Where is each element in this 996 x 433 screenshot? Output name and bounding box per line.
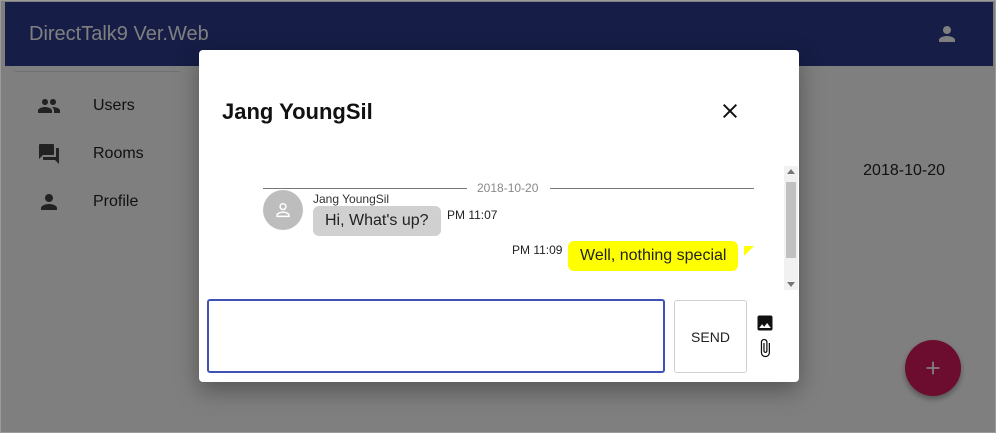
date-divider-text: 2018-10-20 bbox=[477, 181, 539, 195]
message-input-wrapper bbox=[207, 299, 665, 373]
close-icon[interactable] bbox=[718, 99, 742, 123]
avatar bbox=[263, 190, 303, 230]
message-bubble-incoming: Hi, What's up? bbox=[313, 206, 441, 236]
person-outline-icon bbox=[276, 202, 290, 218]
message-scrollbar[interactable] bbox=[784, 166, 798, 290]
send-button[interactable]: SEND bbox=[674, 300, 747, 373]
app-window: DirectTalk9 Ver.Web Users Rooms bbox=[0, 0, 996, 433]
message-bubble-outgoing: Well, nothing special bbox=[568, 241, 739, 271]
message-sender: Jang YoungSil bbox=[313, 192, 390, 206]
bubble-tail bbox=[744, 246, 754, 256]
scroll-thumb[interactable] bbox=[786, 182, 796, 258]
message-list: 2018-10-20 Jang YoungSil Hi, What's up? … bbox=[199, 166, 799, 292]
dialog-title: Jang YoungSil bbox=[222, 99, 373, 124]
image-icon[interactable] bbox=[755, 313, 775, 333]
paperclip-icon[interactable] bbox=[755, 337, 775, 359]
chat-dialog: Jang YoungSil 2018-10-20 Jang YoungSil H… bbox=[199, 50, 799, 382]
scroll-down-arrow[interactable] bbox=[787, 282, 795, 287]
message-input[interactable] bbox=[209, 301, 663, 371]
divider-line bbox=[263, 188, 467, 189]
message-time: PM 11:09 bbox=[512, 243, 563, 257]
scroll-up-arrow[interactable] bbox=[787, 169, 795, 174]
divider-line bbox=[550, 188, 754, 189]
message-time: PM 11:07 bbox=[447, 208, 498, 222]
